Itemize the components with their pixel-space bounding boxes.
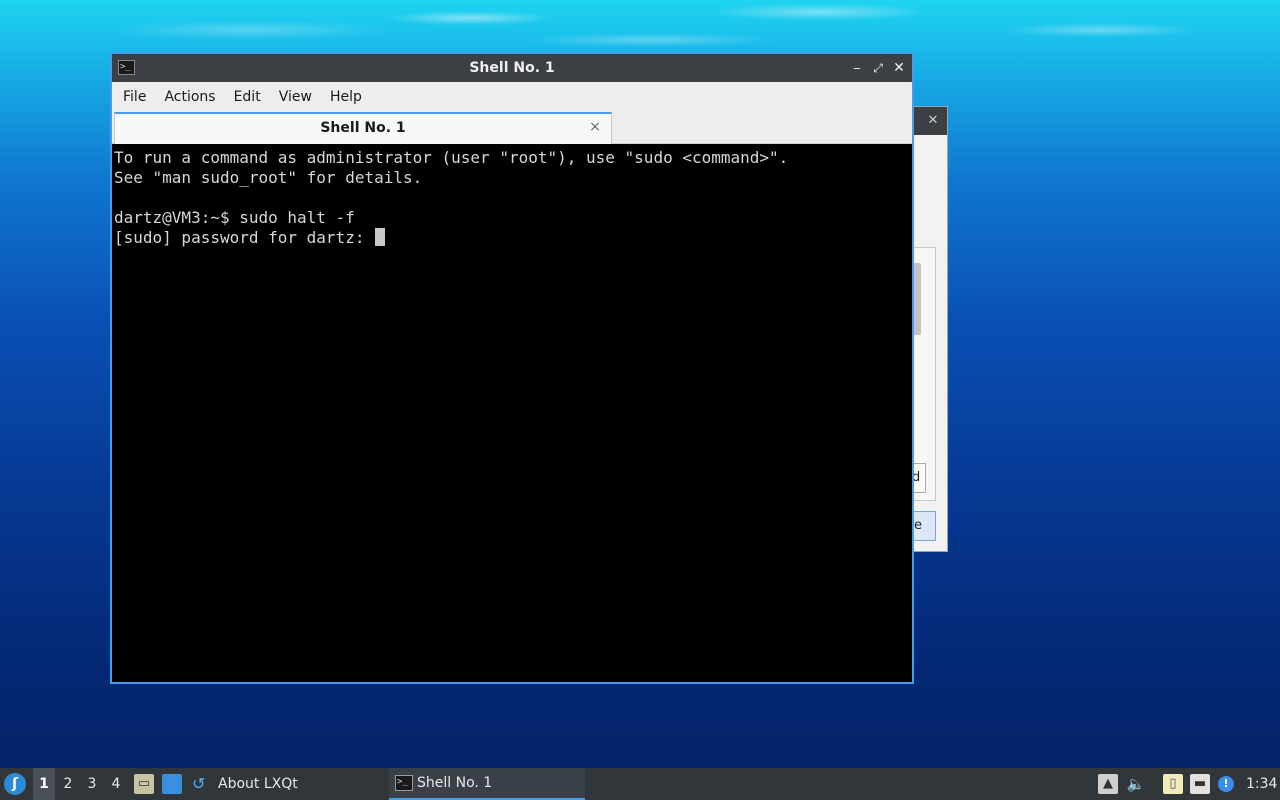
menu-actions[interactable]: Actions — [155, 82, 224, 112]
workspace-4[interactable]: 4 — [105, 768, 127, 800]
minimize-button[interactable]: ‒ — [848, 59, 866, 77]
show-desktop-icon[interactable] — [162, 774, 182, 794]
task-label: Shell No. 1 — [417, 775, 493, 791]
background-dialog-scrollbar[interactable] — [913, 263, 921, 335]
taskbar-task-shell-1[interactable]: >_ Shell No. 1 — [389, 768, 585, 800]
menu-file[interactable]: File — [114, 82, 155, 112]
background-dialog-button-1[interactable]: d — [912, 463, 926, 493]
workspace-1[interactable]: 1 — [33, 768, 55, 800]
terminal-output[interactable]: To run a command as administrator (user … — [112, 144, 912, 682]
notification-icon[interactable]: ! — [1218, 776, 1234, 792]
taskbar: ʃ 1 2 3 4 ▭ ↺ About LXQt >_ Shell No. 1 … — [0, 768, 1280, 800]
file-manager-icon[interactable]: ▭ — [134, 774, 154, 794]
tab-shell-1[interactable]: Shell No. 1 × — [114, 112, 612, 144]
tab-close-icon[interactable]: × — [587, 118, 603, 136]
clipboard-icon[interactable]: ▯ — [1163, 774, 1183, 794]
updown-arrow-icon[interactable]: ▲ — [1098, 774, 1118, 794]
network-icon[interactable]: ▬ — [1190, 774, 1210, 794]
clock[interactable]: 1:34 — [1246, 768, 1277, 800]
menu-view[interactable]: View — [270, 82, 321, 112]
tab-bar: Shell No. 1 × — [112, 112, 912, 144]
terminal-line: To run a command as administrator (user … — [114, 148, 789, 167]
terminal-prompt-line: [sudo] password for dartz: — [114, 228, 910, 248]
window-title: Shell No. 1 — [469, 60, 555, 76]
close-button[interactable]: ✕ — [890, 59, 908, 77]
tab-label: Shell No. 1 — [320, 120, 406, 136]
menu-help[interactable]: Help — [321, 82, 371, 112]
workspace-2[interactable]: 2 — [57, 768, 79, 800]
terminal-line: [sudo] password for dartz: — [114, 228, 375, 247]
maximize-button[interactable]: ⤢ — [869, 59, 887, 77]
background-dialog-close-icon[interactable]: ✕ — [925, 113, 941, 129]
lxqt-menu-icon[interactable]: ʃ — [4, 773, 26, 795]
menu-edit[interactable]: Edit — [225, 82, 270, 112]
terminal-line: dartz@VM3:~$ sudo halt -f — [114, 208, 355, 227]
terminal-line: See "man sudo_root" for details. — [114, 168, 423, 187]
menubar: File Actions Edit View Help — [112, 82, 912, 112]
text-cursor — [375, 228, 386, 246]
window-titlebar[interactable]: >_ Shell No. 1 ‒ ⤢ ✕ — [112, 54, 912, 82]
background-dialog-button-2[interactable]: e — [912, 511, 936, 541]
lxqt-about-icon[interactable]: ↺ — [192, 768, 205, 800]
volume-icon[interactable]: 🔈 — [1126, 774, 1146, 794]
terminal-window: >_ Shell No. 1 ‒ ⤢ ✕ File Actions Edit V… — [110, 52, 914, 684]
terminal-icon: >_ — [395, 775, 413, 791]
workspace-3[interactable]: 3 — [81, 768, 103, 800]
about-lxqt-launcher[interactable]: About LXQt — [218, 768, 298, 800]
